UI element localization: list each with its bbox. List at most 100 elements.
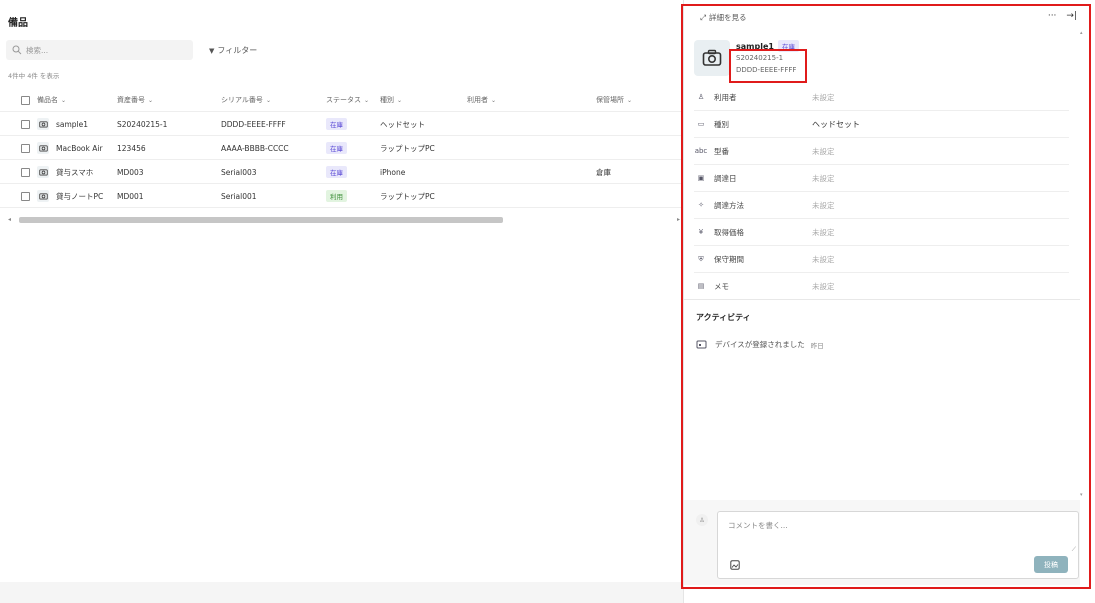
scrollbar-thumb[interactable] <box>19 217 503 223</box>
calendar-icon: ▣ <box>697 174 705 182</box>
asset-number-cell: MD003 <box>117 167 144 177</box>
serial-cell: Serial003 <box>221 167 257 177</box>
row-checkbox[interactable] <box>21 160 30 184</box>
table-header: 備品名 ⌄ 資産番号 ⌄ シリアル番号 ⌄ ステータス ⌄ 種別 ⌄ 利用者 ⌄ 保管場所 ⌄ <box>0 88 683 112</box>
asset-number-cell: S20240215-1 <box>117 119 168 129</box>
sparkle-icon: ✧ <box>698 201 704 209</box>
yen-icon: ¥ <box>698 228 704 236</box>
property-row[interactable]: ▤ メモ 未設定 <box>694 273 1069 300</box>
property-value[interactable]: 未設定 <box>812 254 835 265</box>
kind-cell: iPhone <box>380 167 406 177</box>
detail-panel: ⤢ 詳細を見る ··· →| ▴ ▾ sample1 在庫 S20240215-… <box>683 0 1095 603</box>
table-row[interactable]: sample1 S20240215-1 DDDD-EEEE-FFFF 在庫 ヘッ… <box>0 112 683 136</box>
row-checkbox[interactable] <box>21 136 30 160</box>
property-value[interactable]: 未設定 <box>812 227 835 238</box>
property-label: 利用者 <box>714 93 737 102</box>
property-value[interactable]: ヘッドセット <box>812 119 860 130</box>
location-cell: 倉庫 <box>596 167 611 177</box>
status-badge: 利用 <box>326 190 347 202</box>
search-icon <box>12 45 22 55</box>
asset-list-content: 備品 検索... ▼ フィルター 4件中 4件 を表示 備品名 ⌄ 資産番号 ⌄ シ… <box>0 0 683 582</box>
column-header-asset-number[interactable]: 資産番号 ⌄ <box>117 88 153 112</box>
view-details-link[interactable]: ⤢ 詳細を見る <box>700 12 747 23</box>
device-registered-icon <box>696 340 707 349</box>
column-header-user[interactable]: 利用者 ⌄ <box>467 88 496 112</box>
panel-scrollbar[interactable]: ▴ ▾ <box>1080 30 1086 498</box>
status-cell: 利用 <box>326 184 347 208</box>
row-checkbox[interactable] <box>21 112 30 136</box>
property-label: 取得価格 <box>714 228 744 237</box>
scroll-down-icon[interactable]: ▾ <box>1080 492 1083 498</box>
property-label: 保守期間 <box>714 255 744 264</box>
scroll-up-icon[interactable]: ▴ <box>1080 30 1083 36</box>
chevron-down-icon: ⌄ <box>265 96 271 104</box>
table-row[interactable]: 貸与ノートPC MD001 Serial001 利用 ラップトップPC <box>0 184 683 208</box>
chevron-down-icon: ⌄ <box>364 96 370 104</box>
column-header-name[interactable]: 備品名 ⌄ <box>37 88 66 112</box>
camera-icon <box>37 118 49 130</box>
result-count: 4件中 4件 を表示 <box>8 72 60 80</box>
asset-name-cell[interactable]: 貸与ノートPC <box>37 184 103 208</box>
kind-cell: ラップトップPC <box>380 143 435 153</box>
serial-cell: AAAA-BBBB-CCCC <box>221 143 289 153</box>
select-all-checkbox[interactable] <box>21 88 30 112</box>
horizontal-scrollbar[interactable]: ◂ ▸ <box>8 216 680 224</box>
activity-item: デバイスが登録されました 昨日 <box>696 339 824 350</box>
property-value[interactable]: 未設定 <box>812 173 835 184</box>
property-value[interactable]: 未設定 <box>812 92 835 103</box>
property-value[interactable]: 未設定 <box>812 281 835 292</box>
chevron-down-icon: ⌄ <box>61 96 67 104</box>
chevron-down-icon: ⌄ <box>491 96 497 104</box>
kind-cell: ラップトップPC <box>380 191 435 201</box>
column-header-status[interactable]: ステータス ⌄ <box>326 88 369 112</box>
scroll-left-icon[interactable]: ◂ <box>8 216 11 223</box>
property-row[interactable]: ▭ 種別 ヘッドセット <box>694 111 1069 138</box>
search-input[interactable]: 検索... <box>6 40 193 60</box>
property-label: 型番 <box>714 147 729 156</box>
image-attach-icon[interactable] <box>730 560 740 570</box>
property-row[interactable]: abc 型番 未設定 <box>694 138 1069 165</box>
asset-list-area: 備品 検索... ▼ フィルター 4件中 4件 を表示 備品名 ⌄ 資産番号 ⌄ シ… <box>0 0 683 603</box>
post-button[interactable]: 投稿 <box>1034 556 1068 573</box>
column-header-serial[interactable]: シリアル番号 ⌄ <box>221 88 271 112</box>
filter-button[interactable]: ▼ フィルター <box>209 45 257 56</box>
property-value[interactable]: 未設定 <box>812 146 835 157</box>
resize-handle-icon[interactable]: ⟋ <box>1072 546 1076 554</box>
table-row[interactable]: 貸与スマホ MD003 Serial003 在庫 iPhone 倉庫 <box>0 160 683 184</box>
property-label: 調達日 <box>714 174 737 183</box>
chevron-down-icon: ⌄ <box>148 96 154 104</box>
scroll-right-icon[interactable]: ▸ <box>677 216 680 223</box>
serial-cell: DDDD-EEEE-FFFF <box>221 119 286 129</box>
expand-icon: ⤢ <box>700 12 706 22</box>
page-title: 備品 <box>8 18 28 29</box>
serial-cell: Serial001 <box>221 191 257 201</box>
status-cell: 在庫 <box>326 136 347 160</box>
table-row[interactable]: MacBook Air 123456 AAAA-BBBB-CCCC 在庫 ラップ… <box>0 136 683 160</box>
more-options-icon[interactable]: ··· <box>1048 11 1057 21</box>
property-label: 調達方法 <box>714 201 744 210</box>
column-header-kind[interactable]: 種別 ⌄ <box>380 88 402 112</box>
status-badge: 在庫 <box>326 166 347 178</box>
property-row[interactable]: ▣ 調達日 未設定 <box>694 165 1069 192</box>
asset-name-cell[interactable]: MacBook Air <box>37 136 103 160</box>
filter-label: フィルター <box>217 46 258 55</box>
property-row[interactable]: ♙ 利用者 未設定 <box>694 84 1069 111</box>
collapse-panel-icon[interactable]: →| <box>1066 11 1077 21</box>
chevron-down-icon: ⌄ <box>627 96 633 104</box>
property-row[interactable]: ¥ 取得価格 未設定 <box>694 219 1069 246</box>
comment-input[interactable] <box>728 520 1058 550</box>
asset-name-cell[interactable]: sample1 <box>37 112 88 136</box>
chevron-down-icon: ⌄ <box>397 96 403 104</box>
filter-icon: ▼ <box>209 46 215 55</box>
camera-icon <box>37 166 49 178</box>
property-row[interactable]: ⛨ 保守期間 未設定 <box>694 246 1069 273</box>
row-checkbox[interactable] <box>21 184 30 208</box>
highlight-box <box>729 49 807 83</box>
property-row[interactable]: ✧ 調達方法 未設定 <box>694 192 1069 219</box>
asset-name-cell[interactable]: 貸与スマホ <box>37 160 93 184</box>
user-icon: ♙ <box>697 93 705 101</box>
property-list: ♙ 利用者 未設定 ▭ 種別 ヘッドセット abc 型番 未設定 ▣ 調達日 未… <box>694 84 1069 300</box>
property-value[interactable]: 未設定 <box>812 200 835 211</box>
status-cell: 在庫 <box>326 112 347 136</box>
column-header-location[interactable]: 保管場所 ⌄ <box>596 88 632 112</box>
